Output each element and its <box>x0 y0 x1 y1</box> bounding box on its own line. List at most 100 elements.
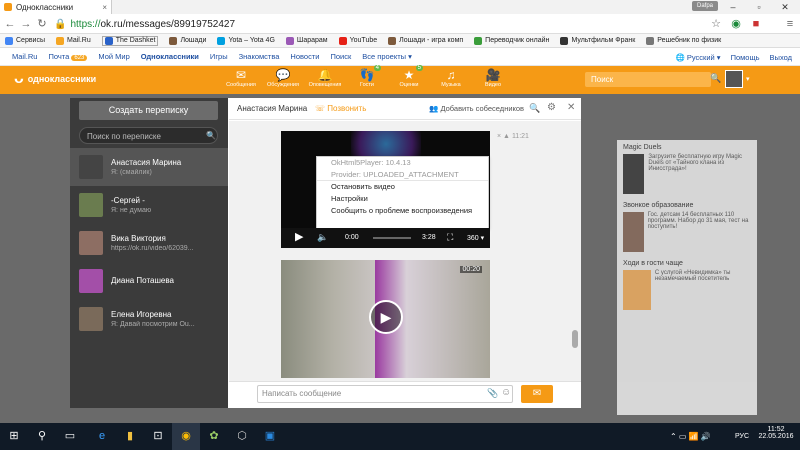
language-select[interactable]: 🌐 Русский ▾ <box>675 53 720 62</box>
conversation-item[interactable]: Анастасия Марина Я: (смайлик) <box>70 148 228 186</box>
quality-select[interactable]: 360 ▾ <box>467 234 484 242</box>
chat-icon: 💬 <box>275 68 291 82</box>
video-thumbnail[interactable]: 00:20 ▶ <box>281 260 490 378</box>
news-link[interactable]: Новости <box>290 52 319 61</box>
bookmark-item[interactable]: Сервисы <box>5 36 45 45</box>
tray-icons[interactable]: ⌃ ▭ 📶 🔊 <box>670 432 711 441</box>
right-block[interactable]: Magic Duels Загрузите бесплатную игру Ma… <box>617 140 757 198</box>
gear-icon[interactable]: ⚙ <box>547 102 556 113</box>
progress-bar[interactable] <box>373 237 411 239</box>
chevron-down-icon[interactable]: ▾ <box>746 75 750 83</box>
fullscreen-icon[interactable]: ⛶ <box>447 232 453 243</box>
conversation-item[interactable]: Елена Игоревна Я: Давай посмотрим Ou... <box>70 300 228 338</box>
send-button[interactable]: ✉ <box>521 385 553 403</box>
close-window-icon[interactable]: ✕ <box>772 0 798 14</box>
reload-icon[interactable]: ↻ <box>36 18 48 30</box>
bookmark-item[interactable]: Yota – Yota 4G <box>217 36 275 45</box>
close-icon[interactable]: ✕ <box>567 102 575 113</box>
right-block[interactable]: Ходи в гости чаще С услугой «Невидимка» … <box>617 256 757 314</box>
settings-item[interactable]: Настройки <box>317 193 488 205</box>
browser-user-chip[interactable]: Dafpa <box>691 1 718 11</box>
message-input[interactable]: Написать сообщение <box>257 385 513 403</box>
avatar[interactable] <box>725 70 743 88</box>
chat-scrollbar[interactable] <box>572 330 578 348</box>
phone-icon: ☏ <box>315 104 326 113</box>
nav-guests[interactable]: 👣 4 Гости <box>350 65 384 88</box>
extension-icon[interactable]: ■ <box>750 18 762 30</box>
logout-link[interactable]: Выход <box>770 53 792 62</box>
smiley-icon[interactable]: ☺ <box>501 387 511 398</box>
extension-icon[interactable]: ◉ <box>730 18 742 30</box>
play-icon[interactable]: ▶ <box>295 230 303 243</box>
bookmark-item[interactable]: Шарарам <box>285 36 328 45</box>
help-link[interactable]: Помощь <box>731 53 760 62</box>
nav-ratings[interactable]: ★ 5 Оценки <box>392 65 426 88</box>
ok-search-input[interactable]: Поиск <box>585 72 711 87</box>
nav-notifications[interactable]: 🔔 Оповещения <box>308 68 342 88</box>
conversation-search-input[interactable]: Поиск по переписке <box>79 127 218 144</box>
bookmark-item[interactable]: The Dashket <box>101 35 159 46</box>
store-icon[interactable]: ⊡ <box>144 423 172 450</box>
conversation-item[interactable]: Вика Виктория https://ok.ru/video/62039..… <box>70 224 228 262</box>
app-icon[interactable]: ▣ <box>256 423 284 450</box>
bookmark-item[interactable]: Решебник по физик <box>646 36 721 45</box>
myworld-link[interactable]: Мой Мир <box>98 52 129 61</box>
paperclip-icon[interactable]: 📎 <box>487 388 498 399</box>
ok-logo[interactable]: ᴗ одноклассники <box>14 70 96 88</box>
chrome-icon[interactable]: ◉ <box>172 423 200 450</box>
conversation-item[interactable]: -Сергей - Я: не думаю <box>70 186 228 224</box>
mail-link[interactable]: Почта 623 <box>48 52 88 61</box>
nav-music[interactable]: ♫ Музыка <box>434 68 468 88</box>
forward-icon[interactable]: → <box>20 18 32 30</box>
bookmark-item[interactable]: Лошади - игра комп <box>388 36 463 45</box>
task-view-icon[interactable]: ▭ <box>56 423 84 450</box>
bookmark-item[interactable]: Лошади <box>169 36 206 45</box>
folder-icon[interactable]: ▮ <box>116 423 144 450</box>
bookmark-item[interactable]: Мультфильм Франк <box>560 36 635 45</box>
volume-icon[interactable]: 🔈 <box>317 232 328 243</box>
conversation-item[interactable]: Диана Поташева <box>70 262 228 300</box>
close-icon[interactable]: × <box>497 133 501 140</box>
send-icon: ✉ <box>532 388 542 399</box>
back-icon[interactable]: ← <box>4 18 16 30</box>
search-icon[interactable]: 🔍 <box>710 73 721 84</box>
bookmark-item[interactable]: Mail.Ru <box>56 36 91 45</box>
nav-discussions[interactable]: 💬 Обсуждения <box>266 68 300 88</box>
edge-icon[interactable]: e <box>88 423 116 450</box>
clock[interactable]: 11:52 22.05.2016 <box>758 426 794 440</box>
bookmark-star-icon[interactable]: ☆ <box>710 18 722 30</box>
bookmark-item[interactable]: Переводчик онлайн <box>474 36 549 45</box>
maximize-icon[interactable]: ▫ <box>746 0 772 14</box>
keyboard-language[interactable]: РУС <box>735 433 749 440</box>
search-icon[interactable]: 🔍 <box>529 103 540 114</box>
chat-contact-name[interactable]: Анастасия Марина <box>237 104 307 113</box>
add-participants-button[interactable]: 👥 Добавить собеседников <box>429 104 524 113</box>
play-button-icon[interactable]: ▶ <box>369 300 403 334</box>
ok-link[interactable]: Одноклассники <box>141 52 199 61</box>
games-link[interactable]: Игры <box>210 52 228 61</box>
browser-tab[interactable]: Одноклассники × <box>0 0 112 14</box>
search-icon[interactable]: ⚲ <box>28 423 56 450</box>
windows-start-icon[interactable]: ⊞ <box>0 423 28 450</box>
new-conversation-button[interactable]: Создать переписку <box>79 101 218 120</box>
app-icon[interactable]: ✿ <box>200 423 228 450</box>
search-link[interactable]: Поиск <box>330 52 351 61</box>
right-block[interactable]: Звонкое образование Гос. детсам 14 беспл… <box>617 198 757 256</box>
url-field[interactable]: 🔒 https://ok.ru/messages/89919752427 <box>54 17 724 31</box>
dating-link[interactable]: Знакомства <box>239 52 280 61</box>
stop-video-item[interactable]: Остановить видео <box>317 181 488 193</box>
horse-icon <box>169 36 178 45</box>
app-icon[interactable]: ⬡ <box>228 423 256 450</box>
call-button[interactable]: ☏ Позвонить <box>315 104 366 113</box>
video-controls: ▶ 🔈 0:00 3:28 ⛶ 360 ▾ <box>281 228 490 248</box>
like-icon[interactable]: ▲ <box>503 133 510 140</box>
menu-icon[interactable]: ≡ <box>784 18 796 30</box>
close-tab-icon[interactable]: × <box>102 3 107 12</box>
report-problem-item[interactable]: Сообщить о проблеме воспроизведения <box>317 205 488 217</box>
mailru-link[interactable]: Mail.Ru <box>12 52 37 61</box>
minimize-icon[interactable]: – <box>720 0 746 14</box>
nav-video[interactable]: 🎥 Видео <box>476 68 510 88</box>
bookmark-item[interactable]: YouTube <box>338 36 377 45</box>
all-projects-link[interactable]: Все проекты ▾ <box>362 52 412 61</box>
nav-messages[interactable]: ✉ Сообщения <box>224 68 258 88</box>
